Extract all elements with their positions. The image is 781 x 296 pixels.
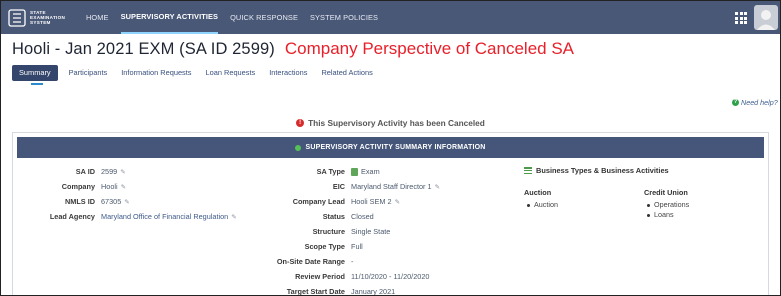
field-label: Scope Type bbox=[304, 242, 345, 251]
list-icon bbox=[524, 167, 532, 174]
business-group-auction: Auction Auction bbox=[524, 188, 644, 220]
top-nav: STATE EXAMINATION SYSTEM HOME SUPERVISOR… bbox=[1, 1, 780, 34]
edit-icon[interactable]: ✎ bbox=[120, 168, 125, 176]
summary-panel: SUPERVISORY ACTIVITY SUMMARY INFORMATION… bbox=[12, 132, 769, 296]
logo-icon bbox=[8, 8, 26, 27]
field-value: Hooli ✎ bbox=[101, 182, 127, 191]
field-value: 67305 ✎ bbox=[101, 197, 130, 206]
field-label: Target Start Date bbox=[286, 287, 345, 296]
panel-header-title: SUPERVISORY ACTIVITY SUMMARY INFORMATION bbox=[305, 144, 486, 151]
need-help-label: Need help? bbox=[741, 98, 778, 107]
field-value: Single State bbox=[351, 227, 391, 236]
field-label: Lead Agency bbox=[49, 212, 95, 221]
business-activity-item: Loans bbox=[647, 210, 764, 220]
field-on-site-date-range: On-Site Date Range - bbox=[251, 254, 440, 269]
field-label: Company Lead bbox=[292, 197, 345, 206]
field-label: Review Period bbox=[295, 272, 345, 281]
field-value: - bbox=[351, 257, 354, 266]
field-value: Full bbox=[351, 242, 363, 251]
edit-icon[interactable]: ✎ bbox=[121, 183, 126, 191]
panel-header: SUPERVISORY ACTIVITY SUMMARY INFORMATION bbox=[17, 137, 764, 158]
tab-bar: Summary Participants Information Request… bbox=[12, 65, 387, 81]
edit-icon[interactable]: ✎ bbox=[435, 183, 440, 191]
field-value: 2599 ✎ bbox=[101, 167, 126, 176]
edit-icon[interactable]: ✎ bbox=[231, 213, 236, 221]
page-title: Hooli - Jan 2021 EXM (SA ID 2599) bbox=[12, 40, 275, 58]
business-group-name: Auction bbox=[524, 188, 552, 197]
business-groups: Auction Auction Credit Union Operations … bbox=[524, 188, 764, 220]
nav-system-policies[interactable]: SYSTEM POLICIES bbox=[310, 1, 378, 34]
active-tab-indicator bbox=[31, 83, 43, 85]
field-scope-type: Scope Type Full bbox=[251, 239, 440, 254]
status-dot-icon bbox=[295, 144, 302, 151]
apps-grid-icon[interactable] bbox=[735, 12, 747, 24]
field-value: Exam bbox=[351, 167, 380, 176]
field-label: EIC bbox=[332, 182, 345, 191]
nav-home[interactable]: HOME bbox=[86, 1, 109, 34]
help-icon: ? bbox=[732, 99, 739, 106]
business-group-credit-union: Credit Union Operations Loans bbox=[644, 188, 764, 220]
canceled-banner: ! This Supervisory Activity has been Can… bbox=[1, 118, 780, 128]
field-label: SA ID bbox=[75, 167, 95, 176]
need-help-link[interactable]: ? Need help? bbox=[732, 98, 778, 107]
tab-loan-requests[interactable]: Loan Requests bbox=[206, 65, 256, 81]
exam-icon bbox=[351, 167, 358, 176]
field-label: Status bbox=[322, 212, 345, 221]
edit-icon[interactable]: ✎ bbox=[124, 198, 129, 206]
field-review-period: Review Period 11/10/2020 - 11/20/2020 bbox=[251, 269, 440, 284]
field-label: On-Site Date Range bbox=[276, 257, 345, 266]
field-value: January 2021 bbox=[351, 287, 396, 296]
field-lead-agency: Lead Agency Maryland Office of Financial… bbox=[13, 209, 237, 224]
logo-text: STATE EXAMINATION SYSTEM bbox=[30, 10, 66, 25]
avatar[interactable] bbox=[754, 5, 778, 30]
tab-interactions[interactable]: Interactions bbox=[269, 65, 307, 81]
business-types-title: Business Types & Business Activities bbox=[524, 163, 764, 178]
tab-participants[interactable]: Participants bbox=[69, 65, 108, 81]
business-group-name: Credit Union bbox=[644, 188, 688, 197]
tab-summary[interactable]: Summary bbox=[12, 65, 58, 81]
business-types-section: Business Types & Business Activities Auc… bbox=[524, 163, 764, 220]
field-target-start-date: Target Start Date January 2021 bbox=[251, 284, 440, 296]
field-value: Maryland Staff Director 1 ✎ bbox=[351, 182, 441, 191]
summary-middle-column: SA Type Exam EIC Maryland Staff Director… bbox=[251, 164, 440, 296]
edit-icon[interactable]: ✎ bbox=[395, 198, 400, 206]
field-sa-id: SA ID 2599 ✎ bbox=[13, 164, 237, 179]
summary-left-column: SA ID 2599 ✎ Company Hooli ✎ NMLS ID 67305… bbox=[13, 164, 237, 224]
canceled-banner-text: This Supervisory Activity has been Cance… bbox=[308, 118, 485, 128]
field-value: 11/10/2020 - 11/20/2020 bbox=[351, 272, 430, 281]
field-company-lead: Company Lead Hooli SEM 2 ✎ bbox=[251, 194, 440, 209]
field-eic: EIC Maryland Staff Director 1 ✎ bbox=[251, 179, 440, 194]
field-label: Structure bbox=[312, 227, 345, 236]
business-activity-item: Operations bbox=[647, 200, 764, 210]
screenshot-frame: STATE EXAMINATION SYSTEM HOME SUPERVISOR… bbox=[0, 0, 781, 296]
app-logo[interactable]: STATE EXAMINATION SYSTEM bbox=[8, 7, 74, 29]
field-nmls-id: NMLS ID 67305 ✎ bbox=[13, 194, 237, 209]
tab-related-actions[interactable]: Related Actions bbox=[321, 65, 372, 81]
field-value: Hooli SEM 2 ✎ bbox=[351, 197, 401, 206]
nav-supervisory-activities[interactable]: SUPERVISORY ACTIVITIES bbox=[120, 1, 219, 34]
field-value: Closed bbox=[351, 212, 374, 221]
warning-icon: ! bbox=[296, 119, 305, 127]
field-label: SA Type bbox=[316, 167, 345, 176]
business-activity-item: Auction bbox=[527, 200, 644, 210]
annotation-caption: Company Perspective of Canceled SA bbox=[284, 39, 575, 58]
nav-quick-response[interactable]: QUICK RESPONSE bbox=[230, 1, 298, 34]
tab-information-requests[interactable]: Information Requests bbox=[121, 65, 191, 81]
field-label: Company bbox=[61, 182, 95, 191]
field-company: Company Hooli ✎ bbox=[13, 179, 237, 194]
field-value: Maryland Office of Financial Regulation ✎ bbox=[101, 212, 237, 221]
title-row: Hooli - Jan 2021 EXM (SA ID 2599) Compan… bbox=[12, 39, 574, 59]
field-status: Status Closed bbox=[251, 209, 440, 224]
field-sa-type: SA Type Exam bbox=[251, 164, 440, 179]
field-structure: Structure Single State bbox=[251, 224, 440, 239]
field-label: NMLS ID bbox=[65, 197, 95, 206]
